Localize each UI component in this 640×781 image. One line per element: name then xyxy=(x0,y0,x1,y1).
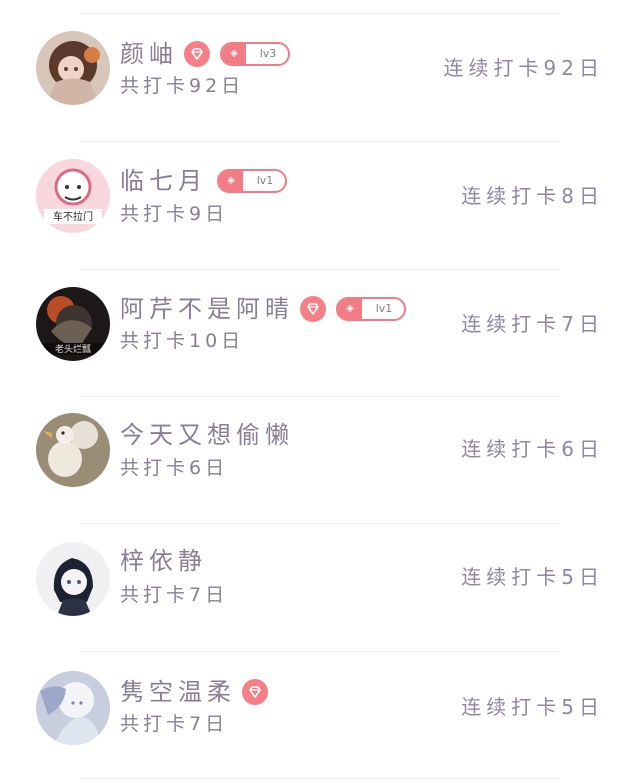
diamond-icon xyxy=(184,41,210,67)
user-name: 今天又想偷懒 xyxy=(120,421,294,449)
avatar[interactable] xyxy=(36,542,110,616)
user-name: 隽空温柔 xyxy=(120,678,236,706)
name-line: 临七月 ◈ lv1 xyxy=(120,165,287,197)
avatar[interactable] xyxy=(36,671,110,745)
total-check-ins: 共打卡7日 xyxy=(120,584,229,606)
user-name: 临七月 xyxy=(120,167,207,195)
user-name: 颜岫 xyxy=(120,40,178,68)
avatar-caption: 老头烂瓢 xyxy=(55,343,91,355)
total-check-ins: 共打卡10日 xyxy=(120,330,245,352)
avatar[interactable] xyxy=(36,31,110,105)
name-line: 颜岫 ◈ lv3 xyxy=(120,38,290,70)
level-badge: ◈ lv1 xyxy=(217,169,287,193)
level-badge: ◈ lv3 xyxy=(220,42,290,66)
consecutive-check-ins: 连续打卡5日 xyxy=(461,695,604,719)
level-text: lv1 xyxy=(375,302,393,315)
list-item-3[interactable]: 老头烂瓢 阿芹不是阿晴 ◈ lv1 共打卡10日 连续打卡7日 xyxy=(0,270,640,397)
list-item-1[interactable]: 颜岫 ◈ lv3 共打卡92日 连续打卡92日 xyxy=(0,14,640,141)
consecutive-check-ins: 连续打卡92日 xyxy=(443,56,604,80)
list-item-4[interactable]: 今天又想偷懒 共打卡6日 连续打卡6日 xyxy=(0,397,640,524)
consecutive-check-ins: 连续打卡8日 xyxy=(461,184,604,208)
list-item-6[interactable]: 隽空温柔 共打卡7日 连续打卡5日 xyxy=(0,652,640,779)
total-check-ins: 共打卡6日 xyxy=(120,457,229,479)
list-item-2[interactable]: 车不拉门 临七月 ◈ lv1 共打卡9日 连续打卡8日 xyxy=(0,142,640,269)
avatar[interactable] xyxy=(36,413,110,487)
list-item-5[interactable]: 梓依静 共打卡7日 连续打卡5日 xyxy=(0,524,640,651)
check-in-ranking-list: 颜岫 ◈ lv3 共打卡92日 连续打卡92日 车不拉门 临七月 ◈ lv1 共… xyxy=(0,0,640,781)
total-check-ins: 共打卡92日 xyxy=(120,75,245,97)
user-name: 阿芹不是阿晴 xyxy=(120,295,294,323)
level-icon: ◈ xyxy=(219,171,243,191)
avatar[interactable]: 老头烂瓢 xyxy=(36,287,110,361)
level-text: lv1 xyxy=(256,174,274,187)
diamond-icon xyxy=(300,296,326,322)
total-check-ins: 共打卡7日 xyxy=(120,713,229,735)
consecutive-check-ins: 连续打卡6日 xyxy=(461,437,604,461)
name-line: 阿芹不是阿晴 ◈ lv1 xyxy=(120,293,406,325)
divider xyxy=(80,778,560,779)
name-line: 隽空温柔 xyxy=(120,676,268,708)
level-text: lv3 xyxy=(259,47,277,60)
level-badge: ◈ lv1 xyxy=(336,297,406,321)
name-line: 梓依静 xyxy=(120,545,207,577)
level-icon: ◈ xyxy=(338,299,362,319)
consecutive-check-ins: 连续打卡5日 xyxy=(461,565,604,589)
total-check-ins: 共打卡9日 xyxy=(120,203,229,225)
name-line: 今天又想偷懒 xyxy=(120,419,294,451)
user-name: 梓依静 xyxy=(120,547,207,575)
level-icon: ◈ xyxy=(222,44,246,64)
avatar-caption: 车不拉门 xyxy=(53,210,93,223)
consecutive-check-ins: 连续打卡7日 xyxy=(461,312,604,336)
avatar[interactable]: 车不拉门 xyxy=(36,159,110,233)
diamond-icon xyxy=(242,679,268,705)
